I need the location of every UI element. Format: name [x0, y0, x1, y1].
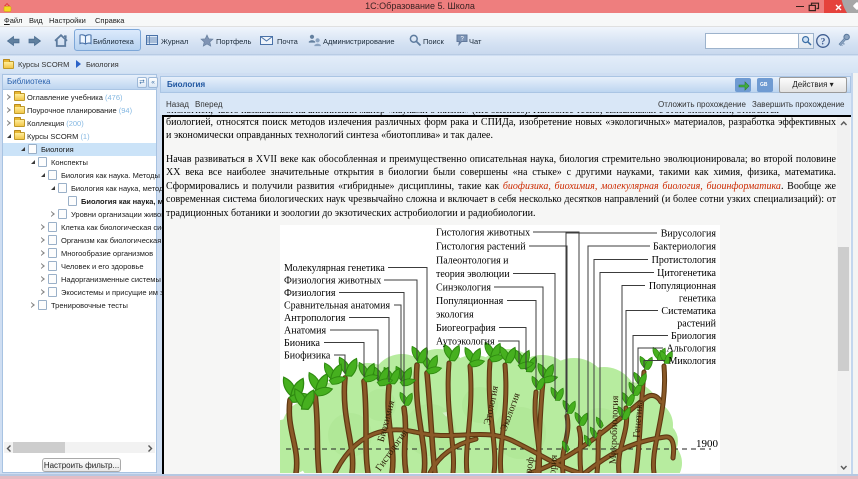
svg-text:1900: 1900	[696, 438, 719, 450]
svg-text:генетика: генетика	[679, 294, 717, 305]
svg-text:Физиология: Физиология	[284, 288, 336, 299]
svg-text:Аутоэкология: Аутоэкология	[436, 337, 495, 348]
svg-text:Синэкология: Синэкология	[436, 283, 491, 294]
svg-text:?: ?	[821, 37, 826, 47]
svg-text:теория эволюции: теория эволюции	[436, 269, 510, 280]
svg-text:Молекулярная генетика: Молекулярная генетика	[284, 263, 385, 274]
svg-text:растений: растений	[677, 319, 716, 330]
svg-text:Палеонтология и: Палеонтология и	[436, 256, 509, 267]
svg-text:Систематика: Систематика	[661, 306, 716, 317]
svg-text:Бактериология: Бактериология	[653, 242, 716, 253]
svg-text:Цитогенетика: Цитогенетика	[657, 268, 716, 279]
svg-text:Вирусология: Вирусология	[661, 229, 717, 240]
svg-text:Протистология: Протистология	[652, 255, 717, 266]
svg-text:Альгология: Альгология	[666, 344, 716, 355]
svg-text:Гистология растений: Гистология растений	[436, 242, 526, 253]
svg-text:Сравнительная анатомия: Сравнительная анатомия	[284, 301, 390, 312]
svg-text:Гистология животных: Гистология животных	[436, 228, 530, 239]
svg-text:Анатомия: Анатомия	[284, 326, 326, 337]
svg-text:Микология: Микология	[668, 356, 716, 367]
svg-text:Биогеография: Биогеография	[436, 323, 496, 334]
svg-text:Популяционная: Популяционная	[649, 281, 717, 292]
svg-text:Антропология: Антропология	[284, 313, 346, 324]
svg-text:Бионика: Бионика	[284, 338, 321, 349]
svg-text:Физиология животных: Физиология животных	[284, 276, 381, 287]
svg-text:экология: экология	[436, 310, 474, 321]
svg-text:Биофизика: Биофизика	[284, 351, 331, 362]
svg-text:ория: ория	[547, 454, 560, 473]
svg-text:Бриология: Бриология	[671, 331, 716, 342]
svg-text:Популяционная: Популяционная	[436, 296, 504, 307]
